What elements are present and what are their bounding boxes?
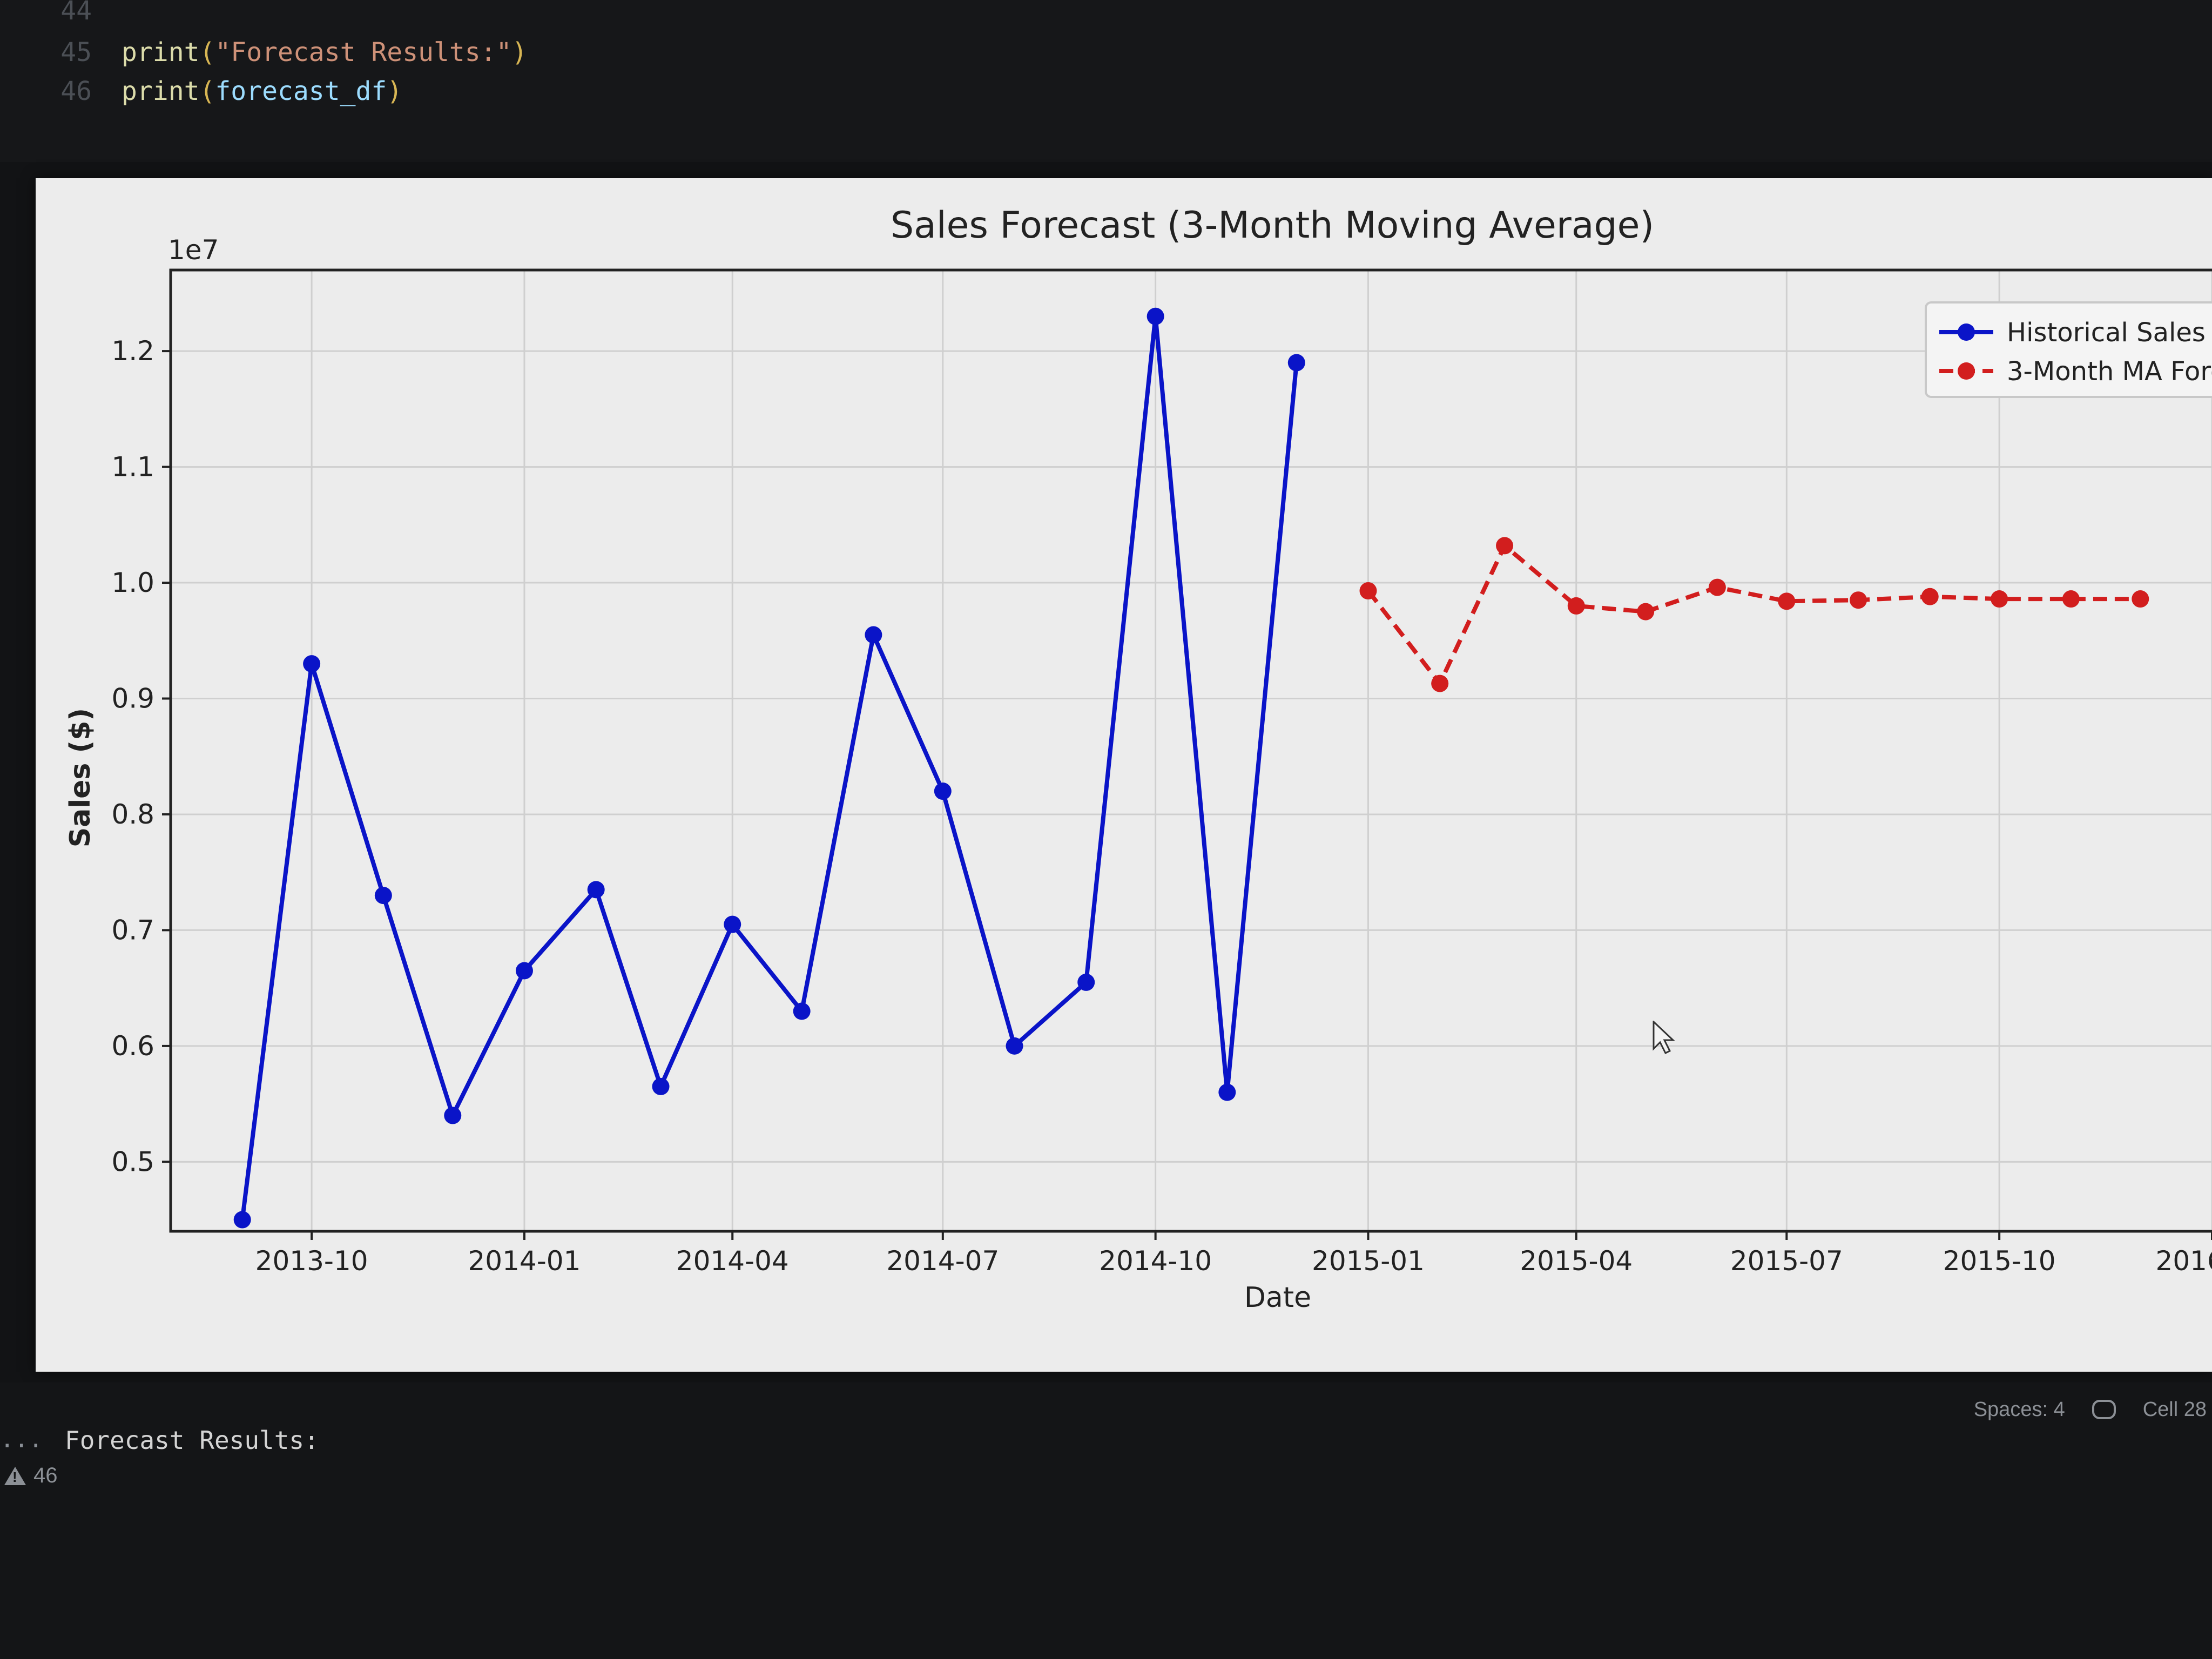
code-paren: ) bbox=[511, 37, 528, 68]
series-0-point bbox=[515, 962, 533, 980]
y-tick-label: 0.5 bbox=[111, 1146, 154, 1177]
code-line-44[interactable]: 44 bbox=[0, 0, 122, 30]
line-number: 44 bbox=[60, 0, 92, 26]
series-1-point bbox=[1359, 582, 1377, 600]
series-1-point bbox=[1708, 578, 1726, 596]
x-tick-label: 2015-07 bbox=[1730, 1245, 1843, 1277]
series-0-point bbox=[934, 783, 952, 800]
y-tick-label: 0.7 bbox=[111, 914, 154, 946]
series-0-point bbox=[587, 881, 605, 899]
x-axis-label: Date bbox=[1244, 1282, 1311, 1314]
x-tick-label: 2015-10 bbox=[1943, 1245, 2056, 1277]
series-0-point bbox=[1218, 1083, 1236, 1101]
series-0-point bbox=[1147, 307, 1164, 325]
series-0-point bbox=[444, 1107, 462, 1124]
data-series bbox=[233, 307, 2149, 1229]
x-tick-label: 2013-10 bbox=[255, 1245, 368, 1277]
code-function-name: print bbox=[122, 76, 200, 106]
problems-indicator[interactable]: 46 bbox=[4, 1464, 58, 1488]
series-1-point bbox=[1567, 597, 1585, 615]
y-axis-offset-label: 1e7 bbox=[168, 234, 219, 266]
series-1-point bbox=[1991, 590, 2008, 608]
sales-forecast-chart: Sales Forecast (3-Month Moving Average) … bbox=[64, 204, 2212, 1314]
y-tick-label: 0.6 bbox=[111, 1030, 154, 1062]
output-prompt: ... bbox=[0, 1426, 43, 1453]
legend-marker-1 bbox=[1958, 362, 1975, 380]
warning-icon bbox=[4, 1466, 26, 1486]
series-1-point bbox=[1496, 537, 1514, 555]
axis-ticks: 0.5 0.6 0.7 0.8 0.9 1.0 1.1 1.2 2013-10 2014-01 20… bbox=[111, 335, 2212, 1277]
series-1-point bbox=[2132, 590, 2149, 608]
chart-title: Sales Forecast (3-Month Moving Average) bbox=[891, 204, 1654, 247]
code-paren: ( bbox=[199, 76, 215, 106]
legend-label-1: 3-Month MA Forecast bbox=[2007, 356, 2212, 387]
y-tick-label: 0.8 bbox=[111, 799, 154, 830]
series-0-point bbox=[1287, 354, 1305, 372]
series-0-point bbox=[724, 915, 741, 933]
series-0-point bbox=[1006, 1037, 1023, 1055]
legend-marker-0 bbox=[1958, 323, 1975, 341]
plot-output-image: Sales Forecast (3-Month Moving Average) … bbox=[36, 178, 2212, 1372]
series-line-0 bbox=[240, 314, 1299, 1220]
warning-count: 46 bbox=[33, 1464, 58, 1487]
series-0-point bbox=[303, 655, 321, 673]
series-1-point bbox=[1850, 591, 1867, 609]
code-function-name: print bbox=[122, 37, 200, 68]
x-tick-label: 2014-04 bbox=[676, 1245, 789, 1277]
output-text: Forecast Results: bbox=[65, 1426, 319, 1455]
series-0-point bbox=[652, 1077, 670, 1095]
series-1-point bbox=[1431, 675, 1449, 692]
x-tick-label: 2015-04 bbox=[1520, 1245, 1633, 1277]
code-string-literal: "Forecast Results:" bbox=[215, 37, 512, 68]
series-0-point bbox=[1077, 973, 1095, 991]
series-0-point bbox=[374, 887, 392, 905]
cell-index-status[interactable]: Cell 28 bbox=[2143, 1398, 2207, 1421]
grid-lines bbox=[171, 270, 2212, 1231]
line-number: 46 bbox=[60, 76, 92, 106]
series-1-point bbox=[1778, 592, 1796, 610]
y-tick-label: 0.9 bbox=[111, 683, 154, 714]
x-tick-label: 2015-01 bbox=[1312, 1245, 1425, 1277]
series-1-point bbox=[1921, 588, 1939, 605]
series-1-point bbox=[1637, 603, 1655, 621]
code-paren: ( bbox=[199, 37, 215, 68]
copilot-icon[interactable] bbox=[2092, 1400, 2116, 1419]
series-0-point bbox=[793, 1002, 811, 1020]
x-tick-label: 2014-10 bbox=[1099, 1245, 1212, 1277]
y-tick-label: 1.0 bbox=[111, 567, 154, 598]
x-tick-label: 2016-01 bbox=[2156, 1245, 2212, 1277]
series-0-point bbox=[865, 626, 882, 644]
line-number: 45 bbox=[60, 37, 92, 68]
y-axis-label: Sales ($) bbox=[64, 708, 97, 847]
code-line-45[interactable]: 45 print("Forecast Results:") bbox=[0, 33, 527, 71]
series-line-1 bbox=[1366, 543, 2141, 686]
plot-axes-frame bbox=[169, 268, 2212, 1233]
status-bar: Spaces: 4 Cell 28 bbox=[1974, 1393, 2212, 1426]
y-tick-label: 1.1 bbox=[111, 451, 154, 483]
legend-label-0: Historical Sales bbox=[2007, 318, 2206, 348]
mouse-cursor-icon bbox=[1653, 1021, 1675, 1055]
x-tick-label: 2014-07 bbox=[886, 1245, 999, 1277]
code-line-46[interactable]: 46 print(forecast_df) bbox=[0, 72, 402, 110]
indent-spaces-status[interactable]: Spaces: 4 bbox=[1974, 1398, 2065, 1421]
y-tick-label: 1.2 bbox=[111, 335, 154, 367]
series-0-point bbox=[233, 1211, 251, 1229]
x-tick-label: 2014-01 bbox=[468, 1245, 581, 1277]
cell-output-area: Spaces: 4 Cell 28 ... Forecast Results: … bbox=[0, 1382, 2212, 1659]
code-variable: forecast_df bbox=[215, 76, 387, 106]
code-editor[interactable]: 44 45 print("Forecast Results:") 46 prin… bbox=[0, 0, 2212, 162]
series-1-point bbox=[2062, 590, 2080, 608]
chart-legend: Historical Sales 3-Month MA Forecast bbox=[1925, 301, 2212, 398]
code-paren: ) bbox=[387, 76, 403, 106]
